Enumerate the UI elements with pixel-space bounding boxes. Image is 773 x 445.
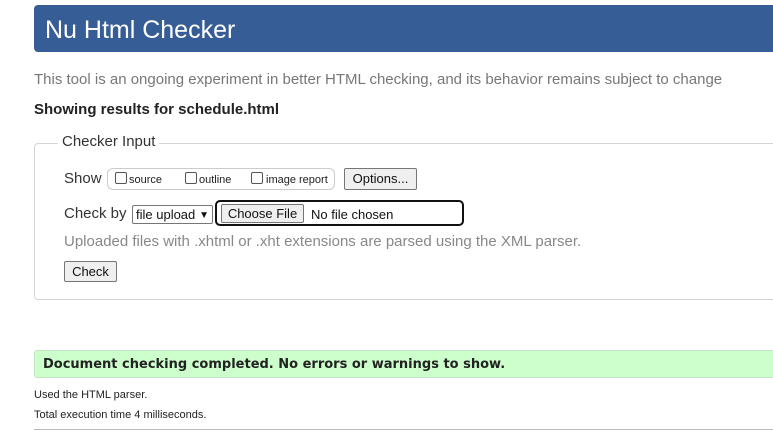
outline-checkbox-label[interactable]: outline	[199, 174, 231, 187]
checker-input-legend: Checker Input	[58, 133, 160, 151]
source-checkbox[interactable]	[115, 172, 127, 184]
source-checkbox-label[interactable]: source	[129, 174, 162, 187]
parser-info: Used the HTML parser.	[34, 389, 148, 401]
results-heading: Showing results for schedule.html	[34, 101, 280, 118]
check-by-label: Check by	[64, 205, 127, 222]
file-status: No file chosen	[311, 207, 394, 222]
success-message: Document checking completed. No errors o…	[43, 357, 506, 372]
check-button[interactable]: Check	[64, 261, 117, 282]
options-button[interactable]: Options...	[344, 168, 417, 190]
image-report-checkbox[interactable]	[251, 172, 263, 184]
file-input[interactable]: Choose File No file chosen	[215, 200, 464, 226]
outline-checkbox[interactable]	[185, 172, 197, 184]
execution-time: Total execution time 4 milliseconds.	[34, 409, 207, 421]
header-bar: Nu Html Checker	[34, 5, 773, 52]
image-report-checkbox-label[interactable]: image report	[266, 174, 328, 187]
upload-note: Uploaded files with .xhtml or .xht exten…	[64, 233, 582, 250]
show-label: Show	[64, 170, 102, 187]
chevron-down-icon: ▼	[199, 210, 209, 221]
show-options-group: source outline image report	[107, 168, 335, 190]
page-title: Nu Html Checker	[45, 16, 236, 44]
choose-file-button[interactable]: Choose File	[221, 204, 304, 223]
success-message-box: Document checking completed. No errors o…	[34, 350, 773, 378]
subtitle: This tool is an ongoing experiment in be…	[34, 71, 723, 88]
divider	[34, 429, 773, 430]
check-by-select[interactable]: file upload ▼	[132, 205, 213, 224]
check-by-selected-value: file upload	[136, 207, 196, 222]
